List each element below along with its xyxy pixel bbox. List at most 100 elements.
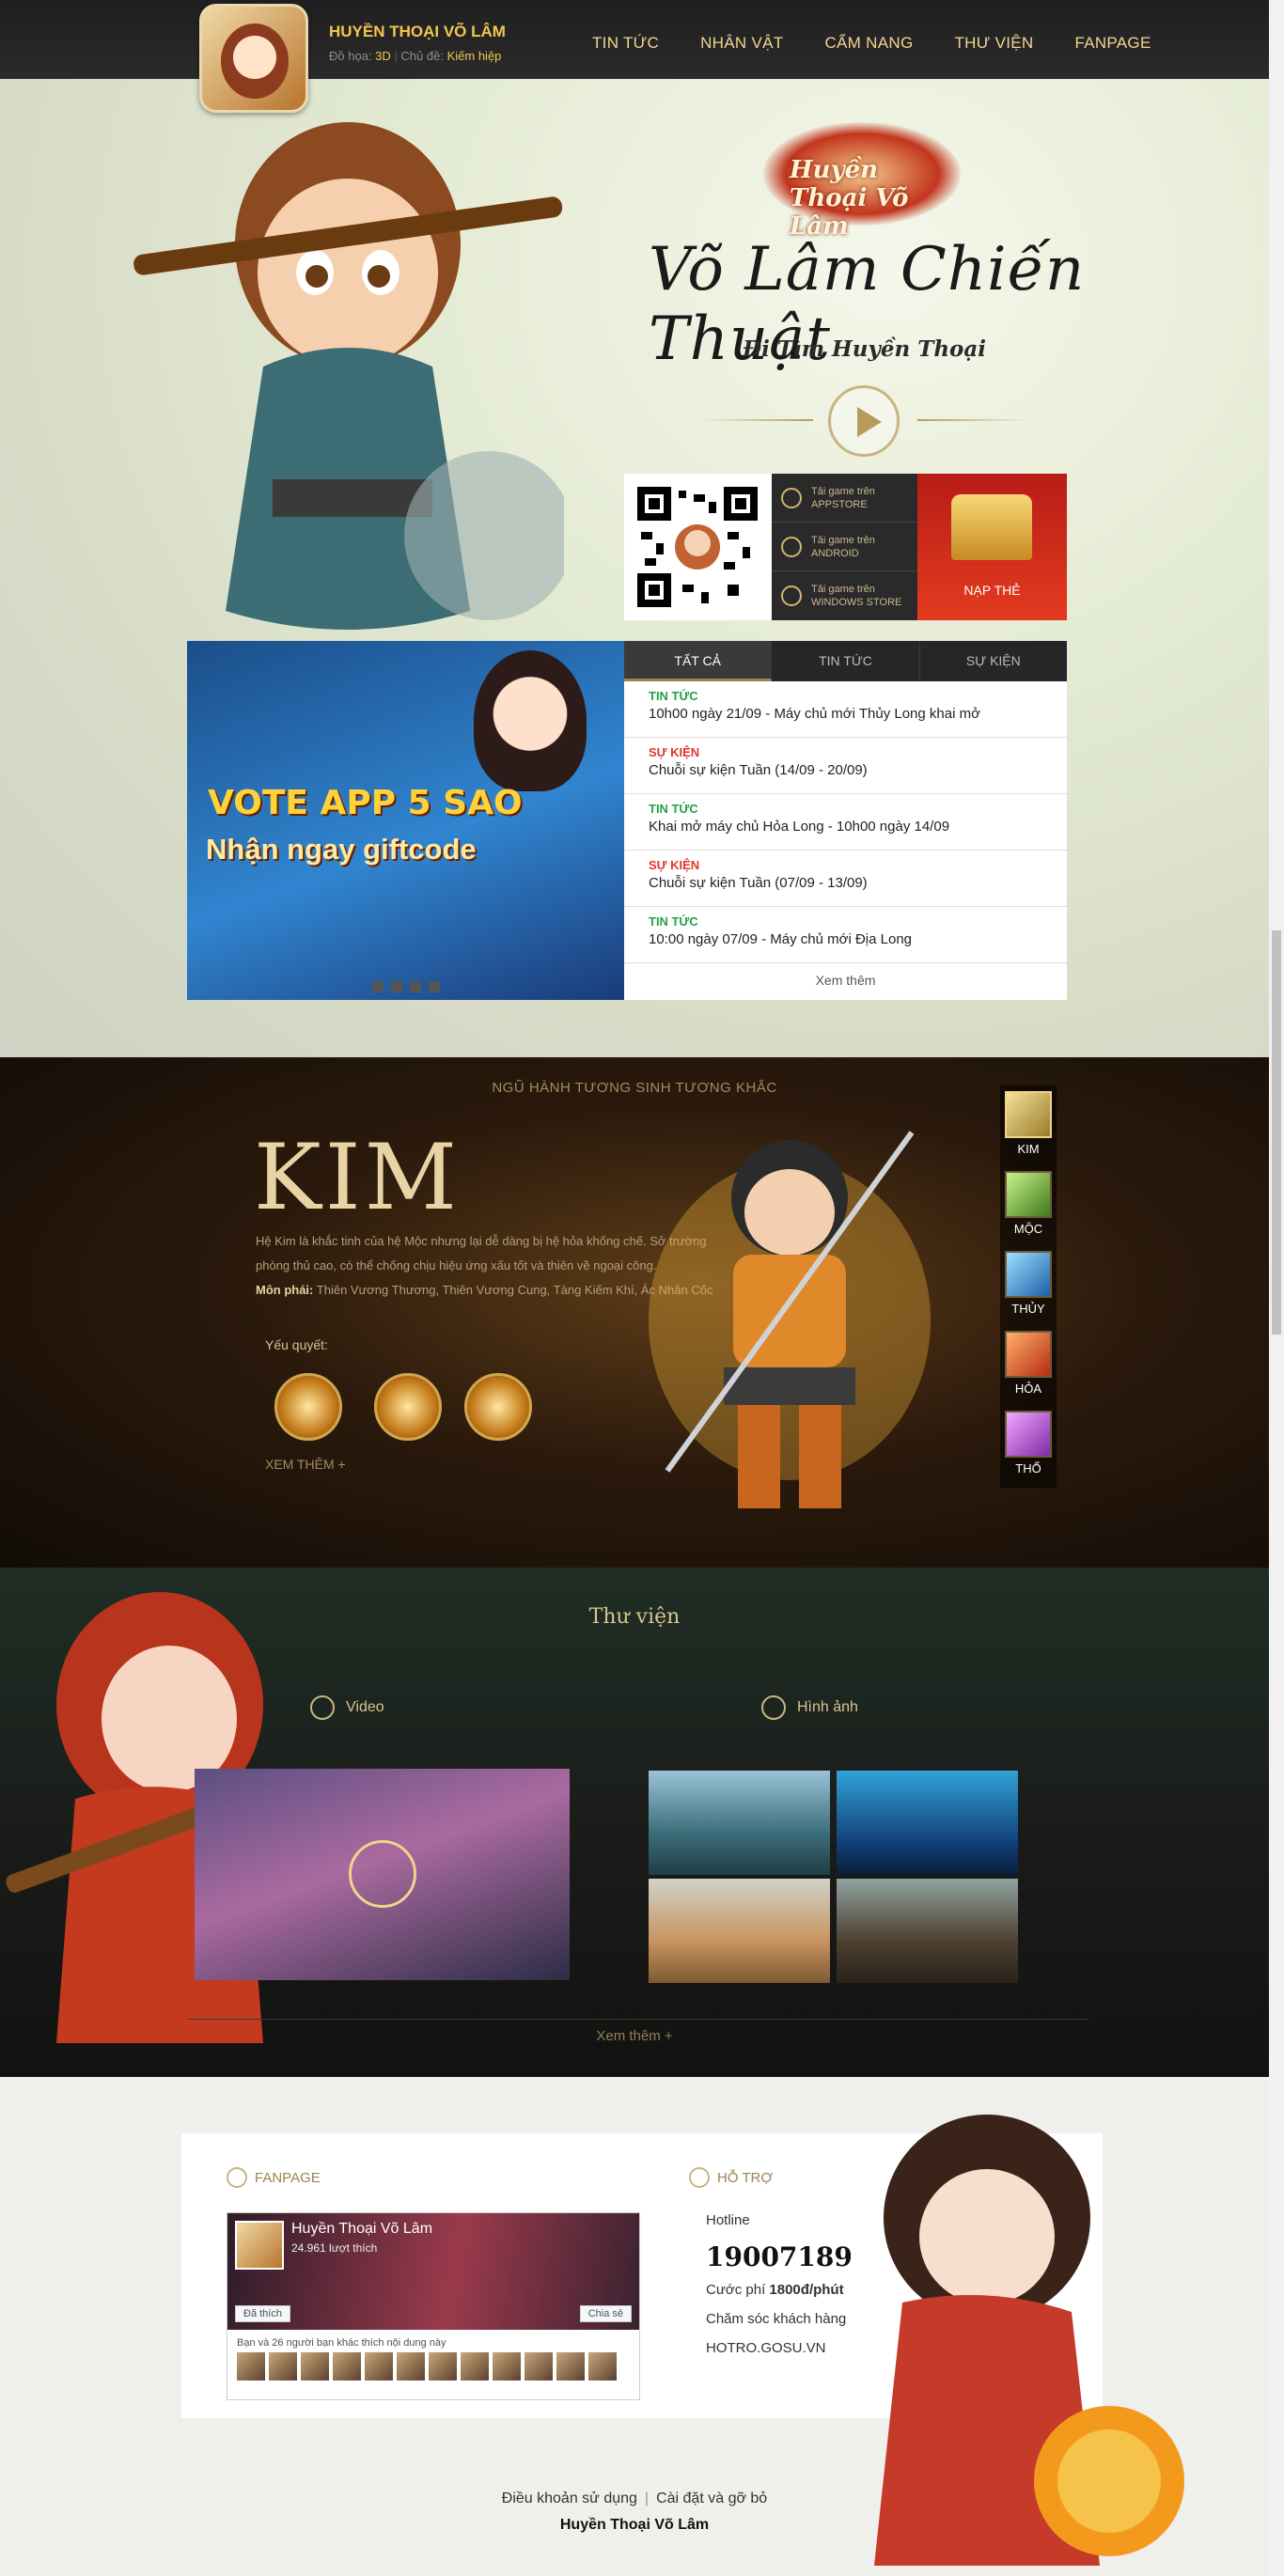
element-more-link[interactable]: XEM THÊM + (265, 1457, 346, 1472)
gallery-image[interactable] (649, 1879, 830, 1983)
store-list: Tải game trên APPSTORE Tải game trên ANDRO… (772, 474, 917, 620)
news-item[interactable]: TIN TỨC Khai mở máy chủ Hỏa Long - 10h00… (624, 794, 1067, 851)
game-app-icon[interactable] (199, 4, 308, 113)
fanpage-label: FANPAGE (255, 2169, 321, 2186)
promo-banner[interactable]: VOTE APP 5 SAO Nhận ngay giftcode (187, 641, 624, 1000)
news-more-link[interactable]: Xem thêm (624, 963, 1067, 997)
fb-page-avatar[interactable] (235, 2221, 284, 2270)
avatar[interactable] (301, 2352, 329, 2381)
android-download-button[interactable]: Tải game trên ANDROID (772, 523, 917, 571)
avatar[interactable] (588, 2352, 617, 2381)
news-category: SỰ KIỆN (649, 858, 700, 872)
avatar[interactable] (397, 2352, 425, 2381)
avatar[interactable] (429, 2352, 457, 2381)
tho-icon (1005, 1411, 1052, 1458)
element-tab-tho[interactable]: THỔ (1000, 1405, 1057, 1485)
tab-events[interactable]: SỰ KIỆN (920, 641, 1067, 681)
fb-page-likes: 24.961 lượt thích (291, 2241, 378, 2255)
element-tab-label: HỎA (1014, 1382, 1042, 1396)
library-section: Thư viện Video Hình ảnh Xem thêm + (0, 1568, 1269, 2077)
news-list: TẤT CẢ TIN TỨC SỰ KIỆN TIN TỨC 10h00 ngà… (624, 641, 1067, 1000)
gallery-image[interactable] (837, 1879, 1018, 1983)
news-title: Chuỗi sự kiện Tuần (14/09 - 20/09) (649, 762, 868, 778)
news-item[interactable]: TIN TỨC 10h00 ngày 21/09 - Máy chủ mới T… (624, 681, 1067, 738)
pagination-dot[interactable] (428, 981, 440, 992)
news-item[interactable]: SỰ KIỆN Chuỗi sự kiện Tuần (14/09 - 20/0… (624, 738, 1067, 794)
news-item[interactable]: TIN TỨC 10:00 ngày 07/09 - Máy chủ mới Đ… (624, 907, 1067, 963)
store-line2: ANDROID (811, 547, 859, 559)
gallery-image[interactable] (837, 1771, 1018, 1875)
skill-icon[interactable] (274, 1373, 342, 1441)
avatar[interactable] (333, 2352, 361, 2381)
nav-news[interactable]: TIN TỨC (592, 34, 659, 53)
scrollbar-thumb[interactable] (1272, 930, 1281, 1335)
hoa-icon (1005, 1331, 1052, 1378)
topup-button[interactable]: NẠP THẺ (917, 474, 1067, 620)
store-line2: WINDOWS STORE (811, 597, 902, 608)
element-tab-hoa[interactable]: HỎA (1000, 1325, 1057, 1405)
fb-friend-avatars (227, 2352, 639, 2381)
library-more-link[interactable]: Xem thêm + (0, 2028, 1269, 2044)
news-block: VOTE APP 5 SAO Nhận ngay giftcode TẤT CẢ… (187, 641, 1067, 1000)
avatar[interactable] (556, 2352, 585, 2381)
video-label: Video (346, 1699, 384, 1715)
element-tab-moc[interactable]: MỘC (1000, 1165, 1057, 1245)
install-link[interactable]: Cài đặt và gỡ bỏ (656, 2490, 767, 2506)
store-line1: Tải game trên (811, 584, 875, 595)
windows-store-download-button[interactable]: Tải game trên WINDOWS STORE (772, 571, 917, 620)
element-tab-kim[interactable]: KIM (1000, 1085, 1057, 1165)
image-label: Hình ảnh (797, 1699, 858, 1715)
android-icon (781, 536, 802, 557)
page-scrollbar[interactable] (1269, 0, 1284, 2576)
nav-guide[interactable]: CẨM NANG (824, 34, 913, 53)
terms-link[interactable]: Điều khoản sử dụng (502, 2490, 637, 2506)
news-category: TIN TỨC (649, 689, 698, 703)
nav-library[interactable]: THƯ VIỆN (954, 34, 1033, 53)
banner-title: VOTE APP 5 SAO (208, 784, 523, 822)
element-name: KIM (254, 1125, 461, 1230)
avatar[interactable] (237, 2352, 265, 2381)
appstore-download-button[interactable]: Tải game trên APPSTORE (772, 474, 917, 523)
fb-page-name[interactable]: Huyền Thoại Võ Lâm (291, 2221, 432, 2238)
element-tab-thuy[interactable]: THỦY (1000, 1245, 1057, 1325)
tab-all[interactable]: TẤT CẢ (624, 641, 773, 681)
news-item[interactable]: SỰ KIỆN Chuỗi sự kiện Tuần (07/09 - 13/0… (624, 851, 1067, 907)
topup-label: NẠP THẺ (963, 583, 1021, 598)
fb-like-button[interactable]: Đã thích (235, 2305, 290, 2322)
pagination-dot[interactable] (371, 981, 384, 992)
avatar[interactable] (365, 2352, 393, 2381)
skill-icon[interactable] (464, 1373, 532, 1441)
avatar[interactable] (493, 2352, 521, 2381)
brand-meta: Đồ họa: 3D | Chủ đề: Kiếm hiệp (329, 49, 502, 63)
separator: | (644, 2490, 650, 2506)
image-icon (761, 1695, 786, 1720)
banner-subtitle: Nhận ngay giftcode (206, 833, 477, 866)
qr-code (624, 474, 772, 620)
apple-icon (781, 487, 802, 508)
play-trailer-button[interactable] (828, 385, 900, 457)
brand-name[interactable]: HUYỀN THOẠI VÕ LÂM (329, 23, 506, 41)
avatar[interactable] (525, 2352, 553, 2381)
news-title: Khai mở máy chủ Hỏa Long - 10h00 ngày 14… (649, 819, 950, 835)
avatar[interactable] (269, 2352, 297, 2381)
skill-icon[interactable] (374, 1373, 442, 1441)
avatar[interactable] (461, 2352, 489, 2381)
images-heading[interactable]: Hình ảnh (761, 1695, 858, 1720)
tab-news[interactable]: TIN TỨC (772, 641, 920, 681)
gallery-image[interactable] (649, 1771, 830, 1875)
footer-game-name: Huyền Thoại Võ Lâm (559, 2517, 710, 2533)
news-title: 10h00 ngày 21/09 - Máy chủ mới Thủy Long… (649, 706, 980, 722)
pagination-dot[interactable] (390, 981, 402, 992)
play-icon (349, 1840, 416, 1908)
video-thumbnail[interactable] (195, 1769, 570, 1980)
video-heading[interactable]: Video (310, 1695, 384, 1720)
facebook-page-widget[interactable]: Huyền Thoại Võ Lâm 24.961 lượt thích Đã … (227, 2212, 640, 2400)
nav-fanpage[interactable]: FANPAGE (1074, 34, 1151, 53)
nav-characters[interactable]: NHÂN VẬT (700, 34, 783, 53)
windows-icon (781, 585, 802, 606)
news-title: Chuỗi sự kiện Tuần (07/09 - 13/09) (649, 875, 868, 891)
fee-label: Cước phí (706, 2282, 766, 2298)
pagination-dot[interactable] (409, 981, 421, 992)
fb-share-button[interactable]: Chia sẻ (579, 2305, 632, 2322)
theme-value: Kiếm hiệp (446, 49, 502, 63)
